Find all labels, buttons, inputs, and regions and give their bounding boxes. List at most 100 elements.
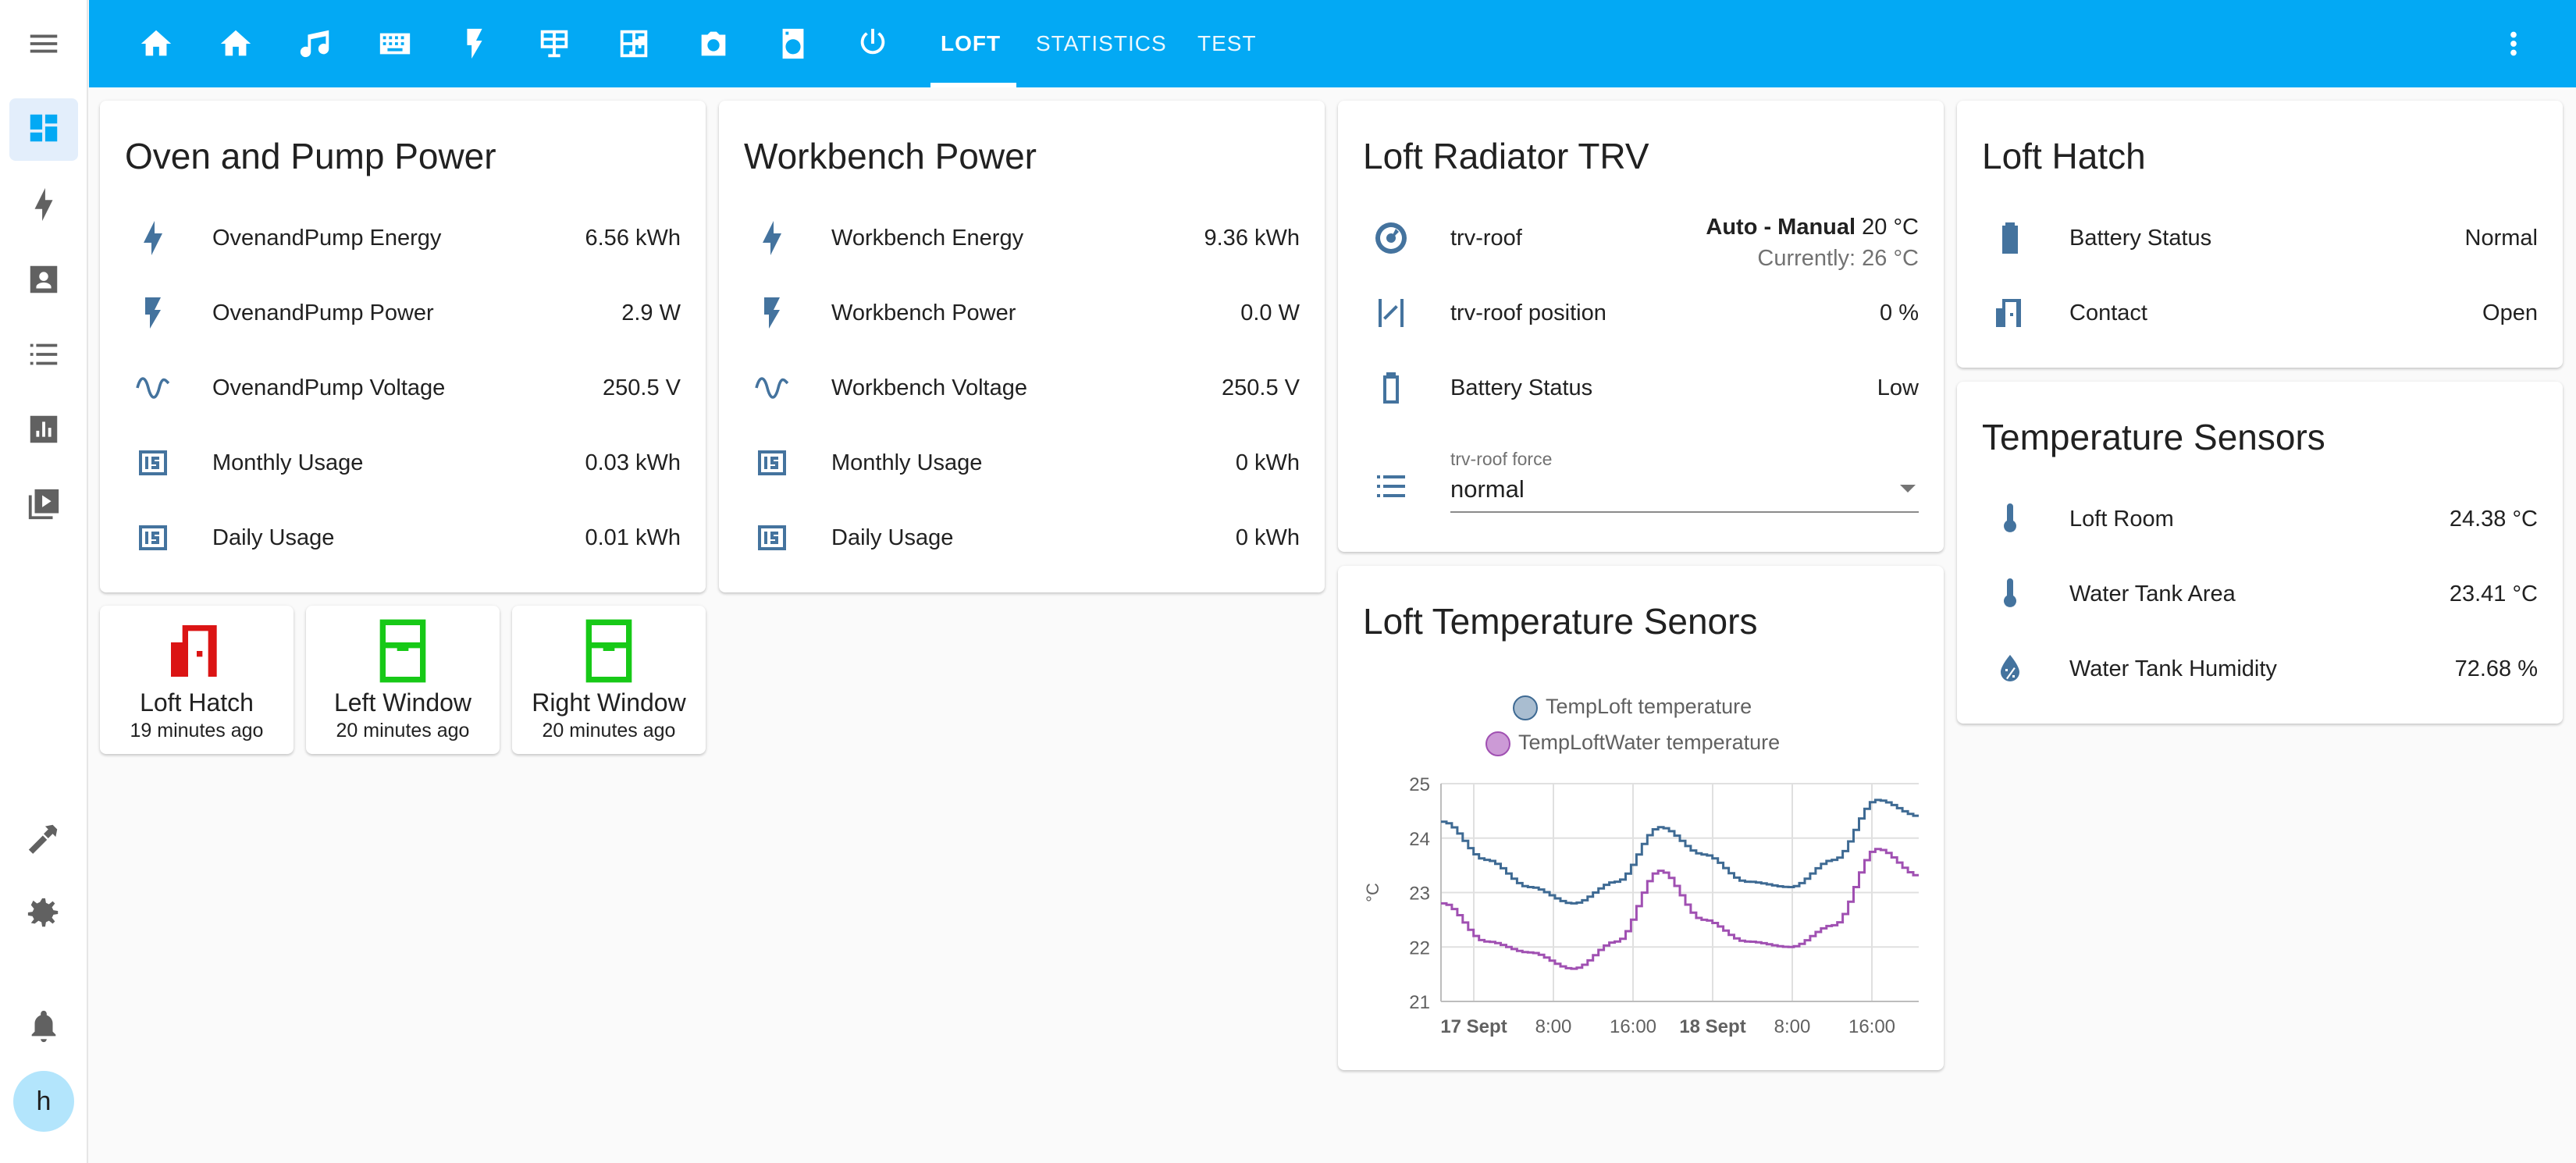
entity-row[interactable]: Battery Status Normal — [1957, 215, 2563, 261]
sidebar-item-notifications[interactable] — [9, 996, 78, 1058]
solar-panel-icon[interactable] — [532, 22, 576, 66]
power-icon[interactable] — [851, 22, 895, 66]
music-icon[interactable] — [294, 22, 337, 66]
entity-label: Battery Status — [1450, 375, 1593, 400]
x-tick-label: 17 Sept — [1440, 1016, 1507, 1037]
entity-row[interactable]: OvenandPump Power 2.9 W — [100, 290, 706, 336]
select-underline — [1450, 511, 1919, 513]
card-title: Loft Hatch — [1982, 136, 2146, 176]
card-title: Oven and Pump Power — [125, 136, 496, 176]
y-tick-label: 22 — [1409, 937, 1430, 958]
counter-icon — [753, 519, 791, 557]
temperature-sensors-card: Temperature Sensors Loft Room 24.38 °C Wa… — [1957, 382, 2563, 724]
door-open-icon — [1991, 294, 2029, 332]
entity-value: 9.36 kWh — [1204, 226, 1300, 251]
lightning-icon — [26, 187, 62, 226]
home-outline-icon[interactable] — [214, 22, 258, 66]
workbench-card: Workbench Power Workbench Energy 9.36 kWh… — [719, 101, 1325, 592]
series-line — [1441, 848, 1919, 970]
sine-wave-icon — [753, 369, 791, 407]
entity-label: trv-roof — [1450, 226, 1522, 251]
entity-value: 0.01 kWh — [585, 525, 681, 550]
flash-icon[interactable] — [453, 22, 496, 66]
floor-plan-icon[interactable] — [612, 22, 656, 66]
entity-name: Right Window — [532, 688, 686, 717]
sidebar-item-developer-tools[interactable] — [9, 809, 78, 871]
list-icon — [1372, 468, 1410, 505]
flash-icon — [753, 294, 791, 332]
sidebar-item-settings[interactable] — [9, 884, 78, 946]
entity-value: Open — [2482, 301, 2538, 325]
entity-row[interactable]: Workbench Voltage 250.5 V — [719, 365, 1325, 411]
card-title: Loft Radiator TRV — [1363, 136, 1649, 176]
entity-row[interactable]: OvenandPump Voltage 250.5 V — [100, 365, 706, 411]
sidebar-item-energy[interactable] — [9, 175, 78, 237]
card-title: Workbench Power — [744, 136, 1037, 176]
tab-loft[interactable]: LOFT — [941, 0, 1001, 87]
tab-statistics[interactable]: STATISTICS — [1036, 0, 1167, 87]
top-app-bar: LOFT STATISTICS TEST — [89, 0, 2576, 87]
entity-row[interactable]: Monthly Usage 0 kWh — [719, 439, 1325, 486]
entity-row[interactable]: Daily Usage 0.01 kWh — [100, 514, 706, 561]
washing-machine-icon[interactable] — [771, 22, 815, 66]
hammer-icon — [26, 820, 62, 860]
entity-row[interactable]: Monthly Usage 0.03 kWh — [100, 439, 706, 486]
x-tick-label: 8:00 — [1535, 1016, 1572, 1037]
entity-row[interactable]: Daily Usage 0 kWh — [719, 514, 1325, 561]
oven-pump-card: Oven and Pump Power OvenandPump Energy 6.… — [100, 101, 706, 592]
entity-value: 23.41 °C — [2449, 582, 2538, 606]
entity-button-left-window[interactable]: Left Window 20 minutes ago — [306, 606, 500, 754]
menu-icon[interactable] — [9, 12, 78, 75]
entity-row[interactable]: Workbench Power 0.0 W — [719, 290, 1325, 336]
select-row[interactable]: trv-roof force normal — [1338, 444, 1944, 519]
climate-state: Auto - Manual 20 °C — [1706, 215, 1919, 240]
loft-hatch-card: Loft Hatch Battery Status Normal Contact O… — [1957, 101, 2563, 368]
avatar[interactable]: h — [13, 1071, 74, 1132]
entity-row[interactable]: Workbench Energy 9.36 kWh — [719, 215, 1325, 261]
counter-icon — [134, 444, 172, 482]
sidebar-item-overview[interactable] — [9, 98, 78, 161]
last-changed: 20 minutes ago — [336, 720, 470, 742]
sidebar-item-media[interactable] — [9, 475, 78, 537]
entity-label: Workbench Voltage — [831, 375, 1027, 400]
entity-label: Daily Usage — [831, 525, 954, 550]
card-title: Temperature Sensors — [1982, 417, 2325, 457]
door-open-icon — [171, 625, 217, 677]
more-vert-icon[interactable] — [2492, 22, 2535, 66]
entity-row[interactable]: Battery Status Low — [1338, 365, 1944, 411]
window-closed-icon — [585, 619, 632, 683]
entity-row[interactable]: Loft Room 24.38 °C — [1957, 496, 2563, 542]
active-tab-indicator — [930, 83, 1016, 87]
sidebar-item-map[interactable] — [9, 250, 78, 312]
account-box-icon — [26, 261, 62, 301]
y-axis-label: °C — [1363, 883, 1382, 902]
entity-value: 0.03 kWh — [585, 450, 681, 475]
entity-button-right-window[interactable]: Right Window 20 minutes ago — [512, 606, 706, 754]
camera-icon[interactable] — [692, 22, 735, 66]
chevron-down-icon[interactable] — [1900, 485, 1916, 493]
keyboard-icon[interactable] — [373, 22, 417, 66]
entity-row[interactable]: trv-roof position 0 % — [1338, 290, 1944, 336]
climate-row[interactable]: trv-roof Auto - Manual 20 °C Currently: … — [1338, 215, 1944, 285]
entity-row[interactable]: Water Tank Humidity 72.68 % — [1957, 646, 2563, 692]
entity-row[interactable]: Contact Open — [1957, 290, 2563, 336]
entity-row[interactable]: Water Tank Area 23.41 °C — [1957, 571, 2563, 617]
entity-label: OvenandPump Voltage — [212, 375, 446, 400]
y-tick-label: 24 — [1409, 829, 1430, 850]
sidebar-item-logbook[interactable] — [9, 325, 78, 387]
entity-name: Left Window — [333, 688, 472, 717]
entity-row[interactable]: OvenandPump Energy 6.56 kWh — [100, 215, 706, 261]
counter-icon — [134, 519, 172, 557]
sidebar-item-history[interactable] — [9, 400, 78, 462]
gear-icon — [26, 895, 62, 935]
entity-label: Workbench Energy — [831, 226, 1024, 251]
entity-value: 250.5 V — [603, 375, 681, 400]
entity-button-loft-hatch[interactable]: Loft Hatch 19 minutes ago — [100, 606, 294, 754]
entity-value: 72.68 % — [2454, 656, 2538, 681]
entity-label: Battery Status — [2069, 226, 2212, 251]
tab-test[interactable]: TEST — [1197, 0, 1257, 87]
home-icon[interactable] — [134, 22, 178, 66]
list-icon — [26, 336, 62, 376]
select-value[interactable]: normal — [1450, 475, 1525, 503]
entity-label: Water Tank Humidity — [2069, 656, 2277, 681]
